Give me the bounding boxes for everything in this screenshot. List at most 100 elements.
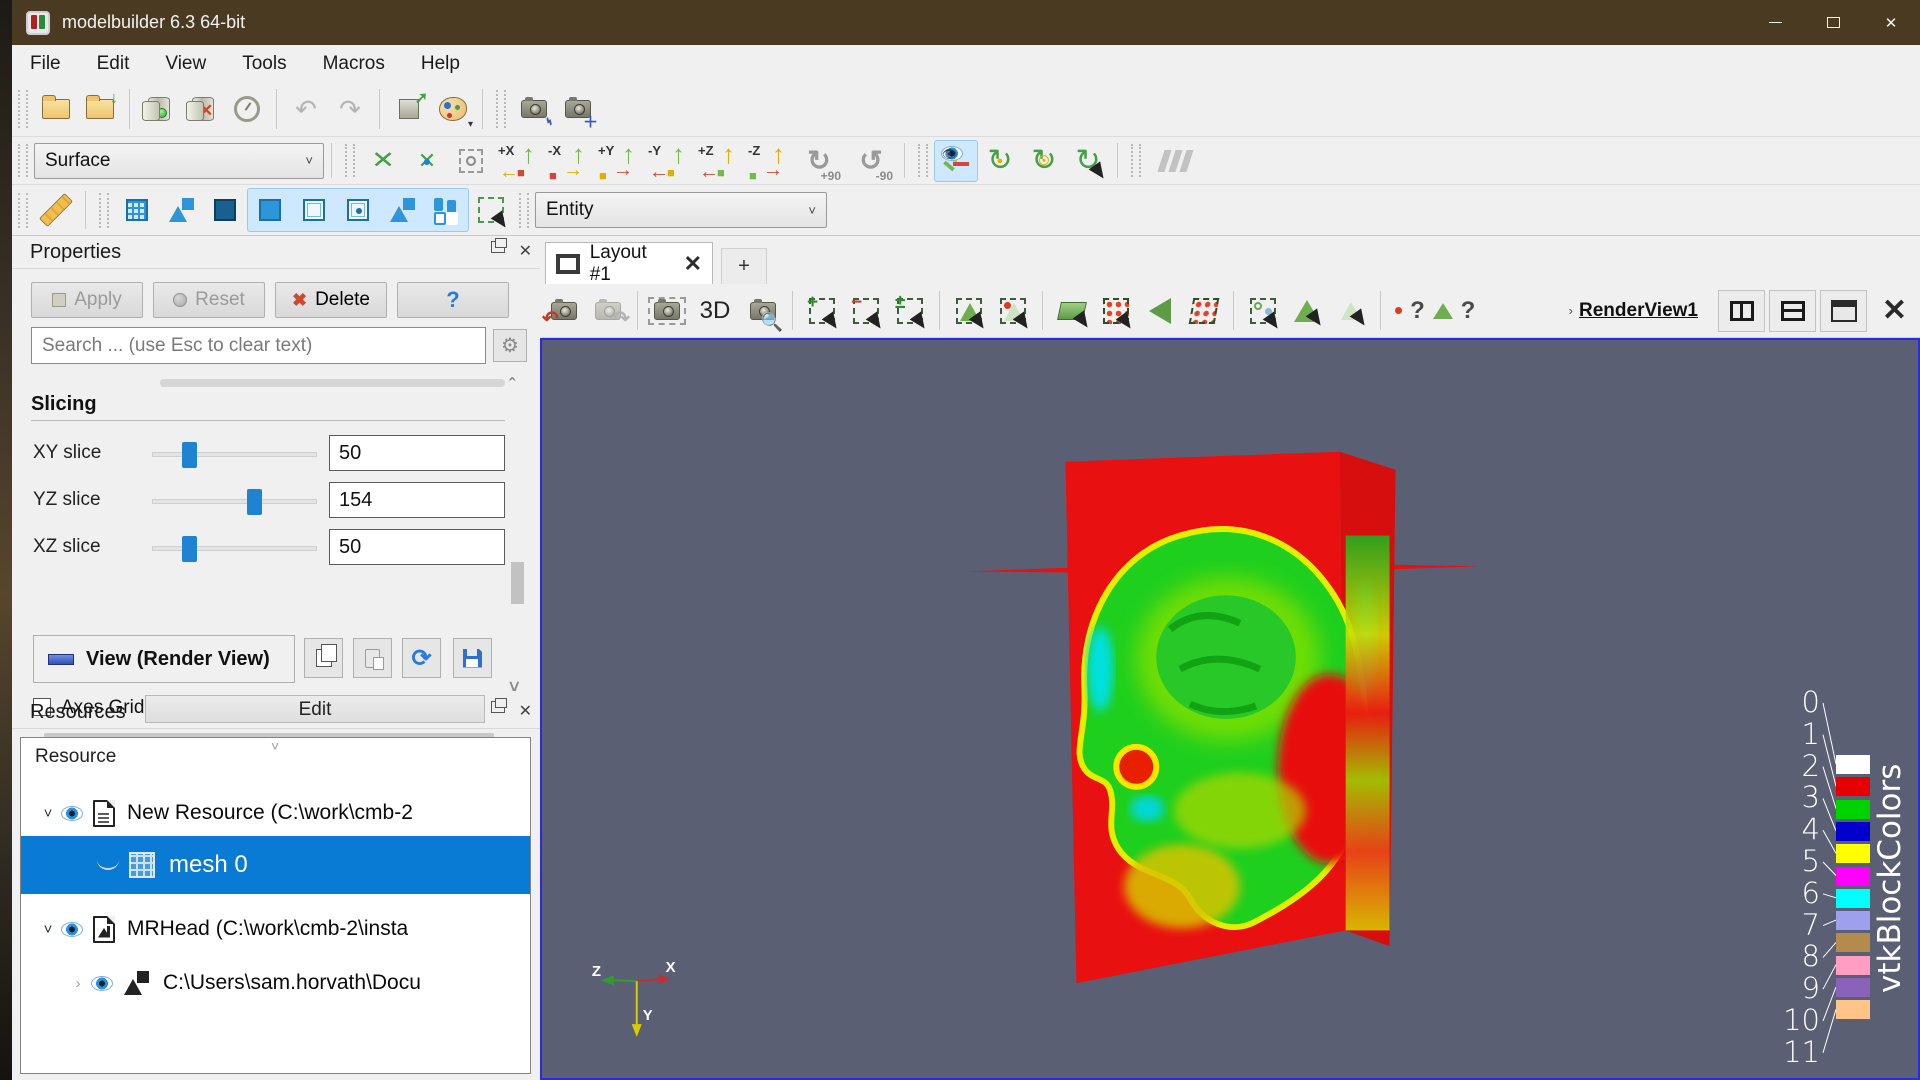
close-panel-icon[interactable]: ✕	[519, 701, 532, 721]
hover-points-button[interactable]	[1329, 291, 1373, 331]
properties-top-scrollbar[interactable]	[160, 379, 505, 387]
import-file-button[interactable]: ↓	[78, 88, 122, 130]
scroll-down-icon[interactable]: ˅	[509, 677, 520, 698]
maximize-view-button[interactable]	[1820, 290, 1867, 332]
xy-slice-slider[interactable]	[152, 452, 317, 457]
camera-undo-button[interactable]: ↶	[542, 291, 586, 331]
query-point-button[interactable]: ?	[1388, 291, 1432, 331]
interactive-select-button[interactable]	[1241, 291, 1285, 331]
tree-row-new-resource[interactable]: ˅ New Resource (C:\work\cmb-2	[21, 790, 530, 836]
show-blocks-button[interactable]	[424, 189, 468, 231]
float-panel-icon[interactable]	[491, 241, 505, 253]
zoom-closest-button[interactable]: ✕●	[405, 140, 449, 182]
close-button[interactable]: ✕	[1862, 0, 1920, 45]
menu-macros[interactable]: Macros	[323, 53, 407, 75]
representation-select[interactable]: Surface ˅	[34, 143, 324, 179]
geometry-display-button[interactable]	[159, 189, 203, 231]
redo-button[interactable]: ↷	[328, 88, 372, 130]
scrollbar-thumb[interactable]	[511, 562, 524, 604]
save-view-button[interactable]	[453, 638, 492, 678]
show-faces-button[interactable]	[248, 189, 292, 231]
camera-settings-button[interactable]: ⌁	[512, 88, 556, 130]
copy-view-button[interactable]	[304, 638, 343, 678]
view-plus-y-button[interactable]: +Y↑■→	[593, 140, 643, 182]
chevron-right-icon[interactable]: ›	[65, 975, 91, 992]
selection-filter-button[interactable]	[469, 189, 513, 231]
toggle-3d-mode-button[interactable]: 3D	[689, 291, 741, 331]
yz-slice-slider[interactable]	[152, 499, 317, 504]
xz-slice-value[interactable]	[329, 529, 505, 565]
tree-row-mrhead[interactable]: ˅ MRHead (C:\work\cmb-2\insta	[21, 906, 530, 952]
visibility-eye-closed-icon[interactable]	[97, 860, 119, 870]
select-cells-subtract-button[interactable]: −	[844, 291, 888, 331]
rotate-about-focal-button[interactable]: ↻☉	[1022, 140, 1066, 182]
layout-tab[interactable]: Layout #1 ✕	[545, 242, 713, 284]
entity-filter-select[interactable]: Entity ˅	[535, 192, 827, 228]
tree-row-users-path[interactable]: › C:\Users\sam.horvath\Docu	[21, 960, 530, 1006]
select-points-polygon-button[interactable]	[1094, 291, 1138, 331]
reload-view-button[interactable]: ⟳	[402, 638, 441, 678]
reset-button[interactable]: Reset	[153, 282, 265, 318]
select-cells-add-button[interactable]: +	[800, 291, 844, 331]
close-tab-icon[interactable]: ✕	[684, 251, 702, 277]
zoom-to-fit-button[interactable]: ✕	[361, 140, 405, 182]
view-plus-x-button[interactable]: +X↑←■	[493, 140, 543, 182]
delete-button[interactable]: ✖Delete	[275, 282, 387, 318]
visibility-eye-icon[interactable]	[61, 922, 83, 937]
rotate-with-cursor-button[interactable]: ↻	[1066, 140, 1110, 182]
select-cells-rect-button[interactable]	[947, 291, 991, 331]
close-panel-icon[interactable]: ✕	[519, 241, 532, 261]
chevron-down-icon[interactable]: ˅	[35, 921, 61, 938]
view-plus-z-button[interactable]: +Z↑←■	[693, 140, 743, 182]
menu-view[interactable]: View	[165, 53, 228, 75]
visibility-eye-icon[interactable]	[91, 976, 113, 991]
query-cell-button[interactable]: ?	[1432, 291, 1476, 331]
render-view-name[interactable]: RenderView1	[1579, 300, 1698, 322]
menu-file[interactable]: File	[30, 53, 83, 75]
search-options-button[interactable]: ⚙	[493, 329, 527, 362]
menu-help[interactable]: Help	[421, 53, 482, 75]
palette-dropdown-caret[interactable]: ▾	[468, 119, 473, 130]
split-horizontal-button[interactable]	[1718, 290, 1765, 332]
chevron-down-icon[interactable]: ˅	[35, 805, 61, 822]
select-points-rect-button[interactable]	[991, 291, 1035, 331]
view-minus-y-button[interactable]: -Y↑←■	[643, 140, 693, 182]
view-minus-x-button[interactable]: -X↑■→	[543, 140, 593, 182]
export-mesh-button[interactable]: ➚	[387, 88, 431, 130]
camera-orientation-toggle[interactable]: 👁	[934, 140, 978, 182]
view-minus-z-button[interactable]: -Z↑■→	[743, 140, 793, 182]
zoom-to-data-button[interactable]: 🔍	[741, 291, 785, 331]
camera-add-button[interactable]: ＋	[556, 88, 600, 130]
select-cells-frustum-button[interactable]	[1138, 291, 1182, 331]
select-cells-polygon-button[interactable]	[1050, 291, 1094, 331]
xz-slice-slider[interactable]	[152, 546, 317, 551]
menu-edit[interactable]: Edit	[97, 53, 152, 75]
hover-cells-button[interactable]	[1285, 291, 1329, 331]
xy-slice-handle[interactable]	[182, 442, 197, 468]
add-layout-tab[interactable]: +	[721, 248, 767, 284]
measure-button[interactable]	[34, 189, 78, 231]
select-points-frustum-button[interactable]	[1182, 291, 1226, 331]
block-colors-legend[interactable]: vtkBlockColors 01234567891011	[1770, 685, 1920, 1080]
xy-slice-value[interactable]	[329, 435, 505, 471]
select-cells-toggle-button[interactable]: ±	[888, 291, 932, 331]
undo-button[interactable]: ↶	[284, 88, 328, 130]
rotate-minus-90-button[interactable]: ↺-90	[845, 139, 897, 183]
rotate-plus-90-button[interactable]: ↻+90	[793, 139, 845, 183]
apply-button[interactable]: Apply	[31, 282, 143, 318]
help-button[interactable]: ?	[397, 282, 509, 318]
render-viewport[interactable]: Z X Y vtkBlockColors 01234567891011	[540, 338, 1920, 1080]
camera-redo-button[interactable]: ↷	[586, 291, 630, 331]
tree-row-mesh0[interactable]: mesh 0	[21, 836, 530, 894]
menu-tools[interactable]: Tools	[242, 53, 308, 75]
maximize-button[interactable]	[1804, 0, 1862, 45]
operation-timer-button[interactable]	[225, 88, 269, 130]
rotate-about-center-button[interactable]: ↻●	[978, 140, 1022, 182]
save-resource-button[interactable]	[137, 88, 181, 130]
open-file-button[interactable]	[34, 88, 78, 130]
mesh-display-button[interactable]	[115, 189, 159, 231]
paste-view-button[interactable]	[353, 638, 392, 678]
collapse-header-icon[interactable]: ˅	[271, 738, 279, 754]
minimize-button[interactable]	[1746, 0, 1804, 45]
capture-screenshot-button[interactable]	[645, 291, 689, 331]
